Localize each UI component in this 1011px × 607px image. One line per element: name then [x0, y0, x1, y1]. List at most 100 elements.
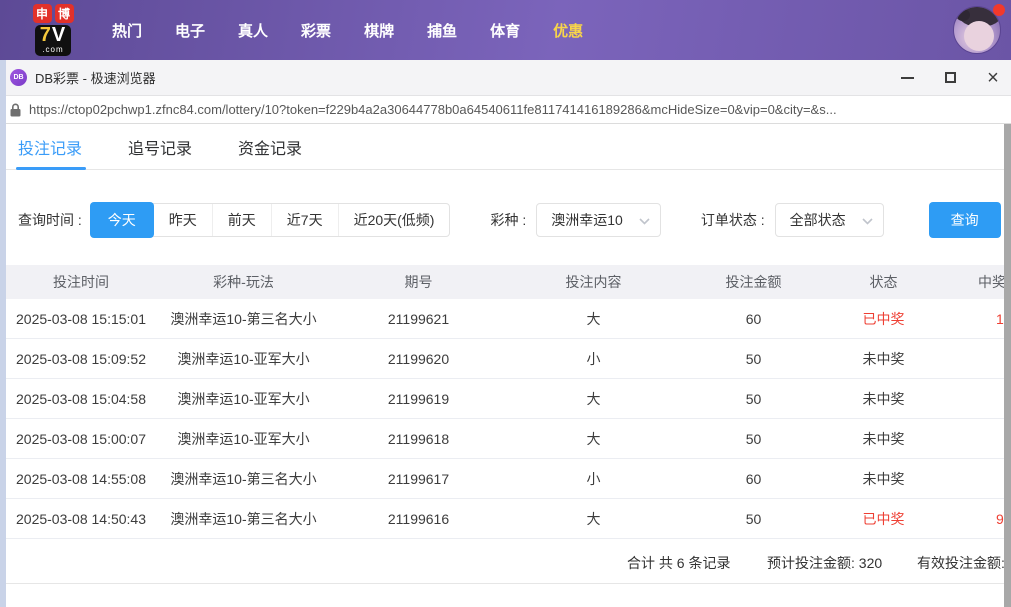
cell-game-play: 澳洲幸运10-亚军大小 [177, 430, 310, 447]
column-header-3: 投注内容 [565, 274, 622, 290]
column-header-0: 投注时间 [53, 274, 109, 290]
cell-bet-amount: 50 [745, 510, 762, 527]
window-title: DB彩票 - 极速浏览器 [35, 71, 156, 86]
total-records: 合计 共 6 条记录 [627, 555, 731, 571]
cell-bet-amount: 50 [745, 390, 762, 407]
logo-com: .com [42, 45, 64, 54]
cell-bet-content: 大 [586, 430, 601, 447]
maximize-button[interactable] [942, 70, 958, 86]
logo-7: 7 [39, 24, 52, 46]
cell-issue-number: 21199621 [387, 310, 450, 327]
time-option-day-before[interactable]: 前天 [211, 204, 271, 236]
window-frame-left [0, 60, 6, 607]
cell-bet-content: 小 [586, 470, 601, 487]
logo-char-2: 博 [54, 4, 74, 23]
column-header-2: 期号 [404, 274, 433, 290]
valid-bet-amount: 有效投注金额: [917, 555, 1005, 571]
notification-dot [993, 4, 1005, 16]
close-button[interactable]: × [985, 68, 1001, 88]
lottery-label: 彩种 : [490, 212, 527, 228]
table-row: 2025-03-08 15:04:58 澳洲幸运10-亚军大小 21199619 大 5… [6, 379, 1011, 419]
nav-item-5[interactable]: 捕鱼 [427, 20, 457, 41]
page-content: 投注记录 追号记录 资金记录 查询时间 : 今天 昨天 前天 近7天 近20天(低频) 彩种… [0, 124, 1011, 584]
column-header-5: 状态 [869, 274, 898, 290]
cell-bet-time: 2025-03-08 15:09:52 [16, 350, 146, 367]
tab-bet-records[interactable]: 投注记录 [15, 124, 87, 170]
cell-bet-amount: 60 [745, 470, 762, 487]
cell-issue-number: 21199620 [387, 350, 450, 367]
cell-win-amount: 9 [996, 510, 1004, 527]
screen: 申 博 7V .com 热门 电子 真人 彩票 棋牌 捕鱼 体育 优惠 DB DB彩票 - 极… [0, 0, 1011, 607]
table-row: 2025-03-08 15:09:52 澳洲幸运10-亚军大小 21199620 小 5… [6, 339, 1011, 379]
time-option-last-7-days[interactable]: 近7天 [270, 204, 338, 236]
nav-item-2[interactable]: 真人 [238, 20, 268, 41]
cell-bet-time: 2025-03-08 14:50:43 [16, 510, 146, 527]
nav-item-4[interactable]: 棋牌 [364, 20, 394, 41]
browser-urlbar[interactable]: https://ctop02pchwp1.zfnc84.com/lottery/… [0, 96, 1011, 124]
cell-status: 未中奖 [862, 430, 905, 447]
cell-status: 已中奖 [862, 510, 905, 527]
cell-bet-amount: 60 [745, 310, 762, 327]
nav-item-1[interactable]: 电子 [175, 20, 205, 41]
column-header-4: 投注金额 [725, 274, 782, 290]
time-filter-label: 查询时间 : [18, 212, 82, 228]
cell-bet-time: 2025-03-08 14:55:08 [16, 470, 146, 487]
user-avatar[interactable] [953, 4, 1005, 56]
minimize-icon [900, 76, 914, 79]
filter-bar: 查询时间 : 今天 昨天 前天 近7天 近20天(低频) 彩种 : 澳洲幸运10 订单状… [18, 202, 1011, 238]
column-header-6: 中奖金额 [978, 274, 1011, 290]
cell-bet-time: 2025-03-08 15:00:07 [16, 430, 146, 447]
minimize-button[interactable] [899, 70, 915, 86]
cell-issue-number: 21199618 [387, 430, 450, 447]
lottery-select[interactable]: 澳洲幸运10 [536, 203, 661, 237]
scrollbar[interactable] [1004, 124, 1011, 607]
chevron-down-icon [639, 217, 650, 225]
browser-favicon-icon: DB [10, 69, 27, 86]
cell-status: 未中奖 [862, 470, 905, 487]
table-row: 2025-03-08 14:50:43 澳洲幸运10-第三名大小 21199616 大… [6, 499, 1011, 539]
expected-bet-amount: 预计投注金额: 320 [767, 555, 883, 571]
cell-bet-amount: 50 [745, 430, 762, 447]
bet-table: 投注时间 彩种-玩法 期号 投注内容 投注金额 状态 中奖金额 2025-03-08 15:… [6, 265, 1011, 539]
time-option-yesterday[interactable]: 昨天 [154, 204, 212, 236]
nav-item-0[interactable]: 热门 [112, 20, 142, 41]
status-select[interactable]: 全部状态 [774, 203, 884, 237]
cell-bet-time: 2025-03-08 15:15:01 [16, 310, 146, 327]
record-tabs: 投注记录 追号记录 资金记录 [0, 124, 1011, 170]
search-button[interactable]: 查询 [928, 202, 1001, 238]
tab-fund-records[interactable]: 资金记录 [238, 124, 302, 169]
logo-char-1: 申 [32, 4, 52, 23]
cell-game-play: 澳洲幸运10-第三名大小 [170, 470, 317, 487]
cell-bet-time: 2025-03-08 15:04:58 [16, 390, 146, 407]
cell-status: 未中奖 [862, 390, 905, 407]
cell-bet-content: 大 [586, 390, 601, 407]
site-logo[interactable]: 申 博 7V .com [20, 4, 86, 56]
nav-item-7[interactable]: 优惠 [553, 20, 583, 41]
cell-issue-number: 21199616 [387, 510, 450, 527]
cell-bet-content: 大 [586, 310, 601, 327]
cell-win-amount: 1 [996, 310, 1004, 327]
lottery-select-value: 澳洲幸运10 [551, 212, 623, 228]
column-header-1: 彩种-玩法 [213, 274, 274, 290]
table-header: 投注时间 彩种-玩法 期号 投注内容 投注金额 状态 中奖金额 [6, 265, 1011, 299]
logo-brand: 7V .com [34, 24, 72, 56]
table-row: 2025-03-08 14:55:08 澳洲幸运10-第三名大小 21199617 小… [6, 459, 1011, 499]
nav-item-3[interactable]: 彩票 [301, 20, 331, 41]
table-footer: 合计 共 6 条记录 预计投注金额: 320 有效投注金额: [0, 539, 1011, 584]
cell-game-play: 澳洲幸运10-第三名大小 [170, 310, 317, 327]
table-row: 2025-03-08 15:15:01 澳洲幸运10-第三名大小 21199621 大… [6, 299, 1011, 339]
table-row: 2025-03-08 15:00:07 澳洲幸运10-亚军大小 21199618 大 5… [6, 419, 1011, 459]
status-select-value: 全部状态 [789, 212, 846, 228]
time-option-last-20-days[interactable]: 近20天(低频) [337, 204, 450, 236]
cell-game-play: 澳洲幸运10-亚军大小 [177, 350, 310, 367]
nav-item-6[interactable]: 体育 [490, 20, 520, 41]
time-option-today[interactable]: 今天 [89, 202, 154, 238]
logo-red-badges: 申 博 [32, 4, 74, 23]
cell-bet-amount: 50 [745, 350, 762, 367]
cell-bet-content: 大 [586, 510, 601, 527]
cell-status: 未中奖 [862, 350, 905, 367]
tab-chase-records[interactable]: 追号记录 [128, 124, 192, 169]
cell-game-play: 澳洲幸运10-第三名大小 [170, 510, 317, 527]
table-body: 2025-03-08 15:15:01 澳洲幸运10-第三名大小 21199621 大… [6, 299, 1011, 539]
chevron-down-icon [862, 217, 873, 225]
